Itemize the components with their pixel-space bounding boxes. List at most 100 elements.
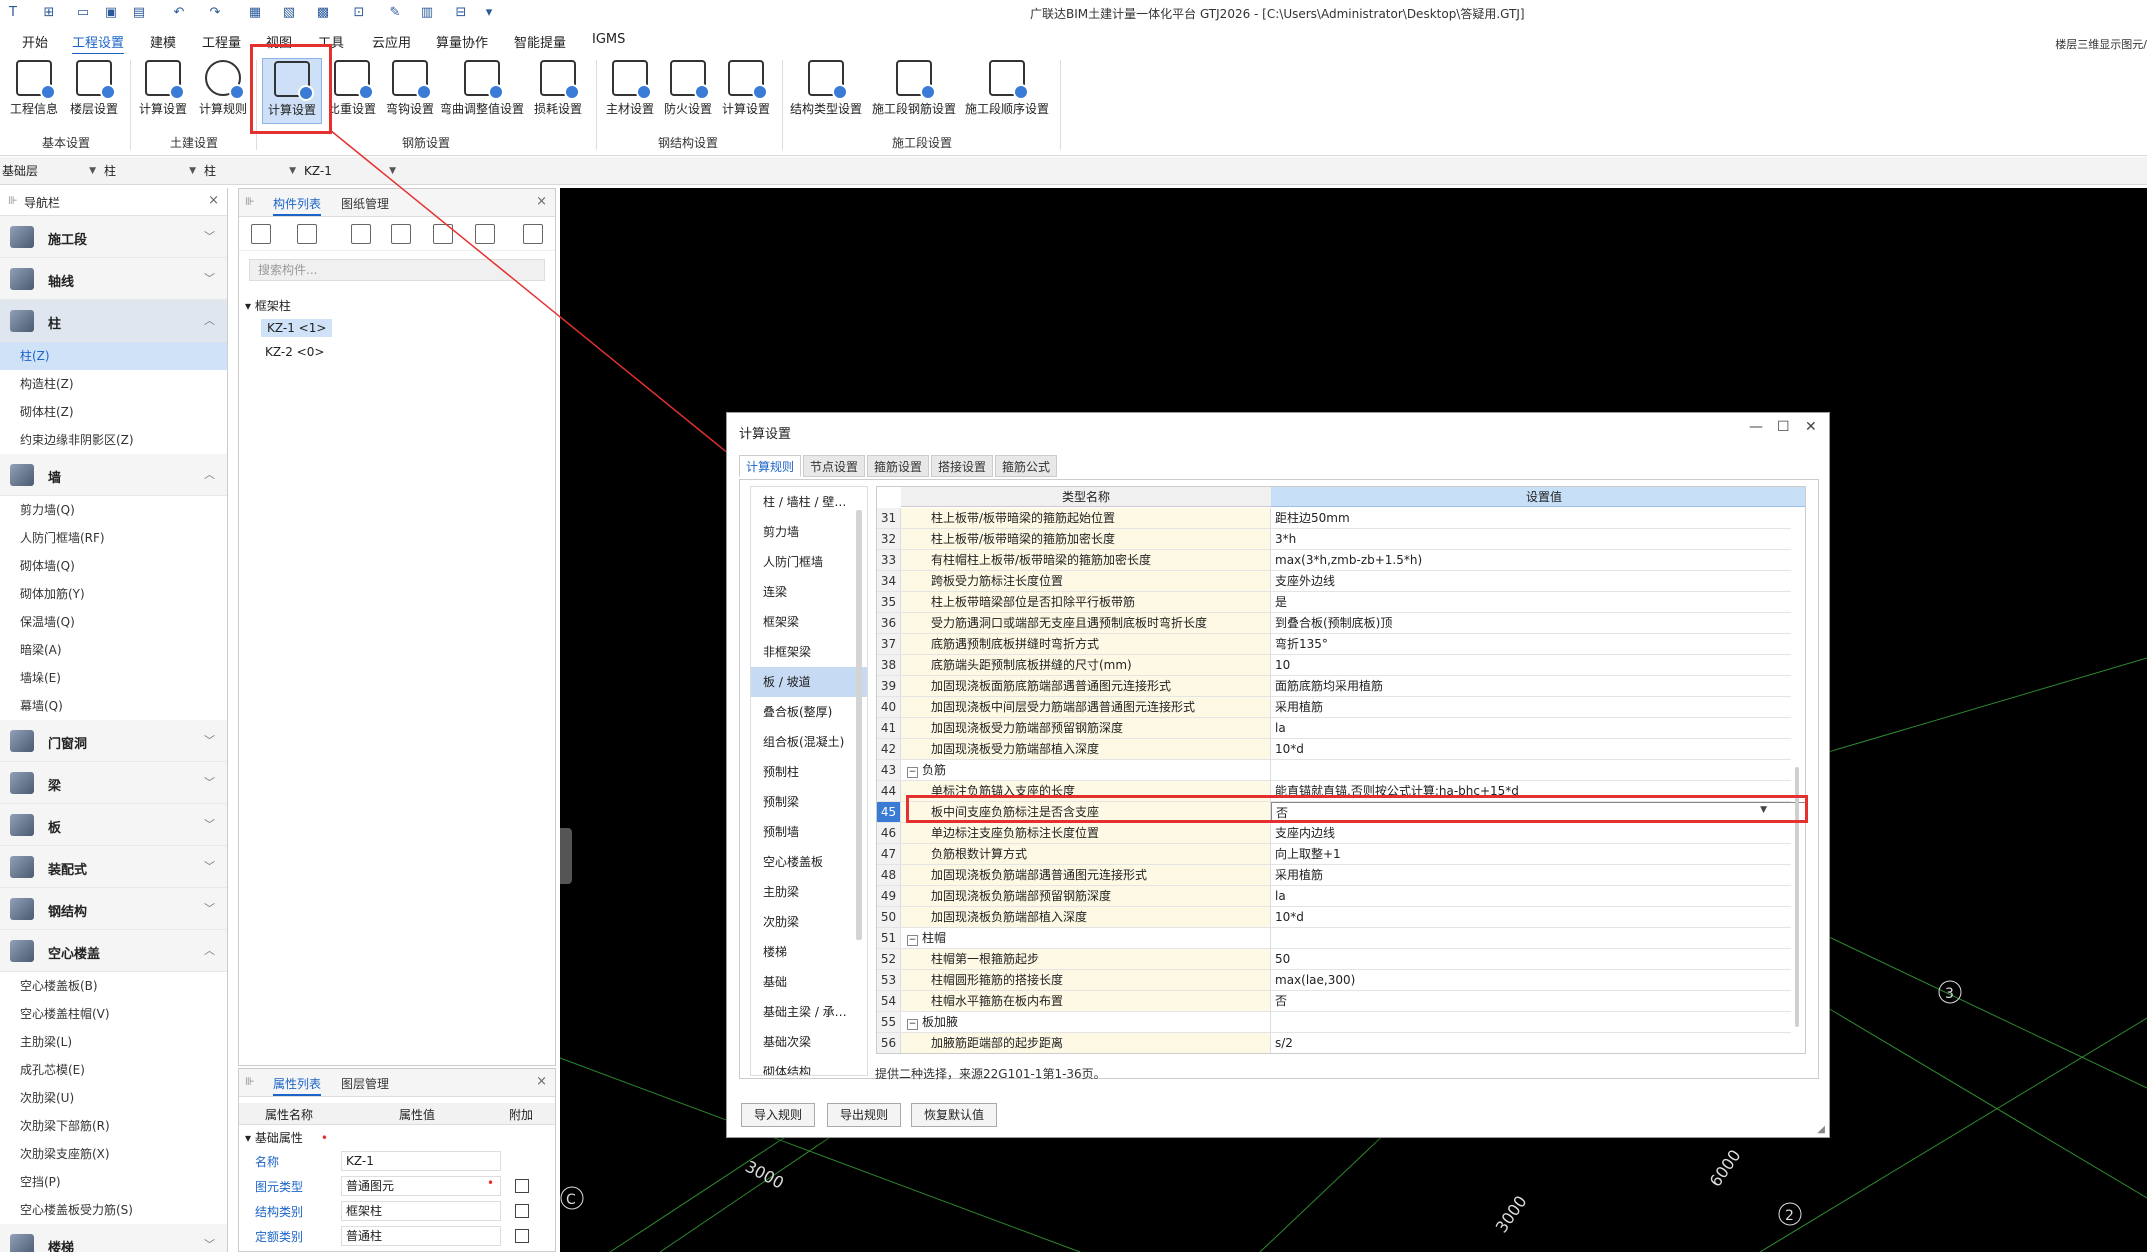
- grid-row[interactable]: 46 单边标注支座负筋标注长度位置 支座内边线: [877, 823, 1791, 844]
- category-item[interactable]: 主肋梁: [751, 877, 867, 907]
- new-component-icon[interactable]: [251, 224, 271, 244]
- nav-item[interactable]: 次肋梁(U): [0, 1084, 227, 1112]
- category-item[interactable]: 非框架梁: [751, 637, 867, 667]
- nav-category[interactable]: 装配式 ﹀: [0, 846, 227, 888]
- steel-calc-settings-button[interactable]: 计算设置: [718, 58, 774, 124]
- row-value[interactable]: la: [1271, 718, 1805, 738]
- attach-checkbox[interactable]: [515, 1204, 529, 1218]
- maximize-icon[interactable]: ☐: [1777, 419, 1790, 435]
- nav-category[interactable]: 楼梯 ﹀: [0, 1224, 227, 1252]
- nav-item[interactable]: 人防门框墙(RF): [0, 524, 227, 552]
- nav-item[interactable]: 空心楼盖板(B): [0, 972, 227, 1000]
- row-value[interactable]: 是: [1271, 592, 1805, 612]
- tab-drawing-management[interactable]: 图纸管理: [341, 195, 389, 212]
- row-value[interactable]: [1271, 928, 1805, 948]
- type-selector[interactable]: 柱 ▼: [102, 161, 198, 181]
- category-item[interactable]: 剪力墙: [751, 517, 867, 547]
- civil-calc-settings-button[interactable]: 计算设置: [134, 58, 192, 124]
- nav-category[interactable]: 门窗洞 ﹀: [0, 720, 227, 762]
- pin-icon[interactable]: ⊪: [8, 194, 18, 207]
- project-info-button[interactable]: 工程信息: [6, 58, 62, 124]
- component-selector[interactable]: KZ-1 ▼: [302, 161, 398, 181]
- restore-defaults-button[interactable]: 恢复默认值: [911, 1103, 998, 1127]
- menu-tab-modeling[interactable]: 建模: [150, 32, 176, 51]
- minimize-icon[interactable]: —: [1749, 419, 1763, 435]
- category-item[interactable]: 空心楼盖板: [751, 847, 867, 877]
- nav-item[interactable]: 砌体墙(Q): [0, 552, 227, 580]
- row-value[interactable]: 采用植筋: [1271, 865, 1805, 885]
- loss-settings-button[interactable]: 损耗设置: [528, 58, 588, 124]
- collapse-icon[interactable]: −: [907, 935, 918, 946]
- tab-lap-settings[interactable]: 搭接设置: [931, 455, 994, 477]
- nav-category[interactable]: 板 ﹀: [0, 804, 227, 846]
- menu-tab-quantity[interactable]: 工程量: [202, 32, 241, 51]
- grid-row[interactable]: 52 柱帽第一根箍筋起步 50: [877, 949, 1791, 970]
- nav-item[interactable]: 幕墙(Q): [0, 692, 227, 720]
- nav-category[interactable]: 钢结构 ﹀: [0, 888, 227, 930]
- row-value[interactable]: 支座外边线: [1271, 571, 1805, 591]
- row-value[interactable]: [1271, 1012, 1805, 1032]
- hook-settings-button[interactable]: 弯钩设置: [382, 58, 438, 124]
- grid-row[interactable]: 53 柱帽圆形箍筋的搭接长度 max(lae,300): [877, 970, 1791, 991]
- toolbar-icon-3[interactable]: ▩: [314, 4, 332, 22]
- menu-tab-igms[interactable]: IGMS: [592, 32, 625, 47]
- new-file-icon[interactable]: ▭: [74, 4, 92, 22]
- row-value[interactable]: 3*h: [1271, 529, 1805, 549]
- nav-category[interactable]: 柱 ︿: [0, 300, 227, 342]
- close-icon[interactable]: ×: [536, 1074, 547, 1089]
- grid-row[interactable]: 37 底筋遇预制底板拼缝时弯折方式 弯折135°: [877, 634, 1791, 655]
- nav-item[interactable]: 砌体加筋(Y): [0, 580, 227, 608]
- category-item[interactable]: 基础主梁 / 承…: [751, 997, 867, 1027]
- import-rules-button[interactable]: 导入规则: [741, 1103, 816, 1127]
- nav-item[interactable]: 暗梁(A): [0, 636, 227, 664]
- export-rules-button[interactable]: 导出规则: [827, 1103, 902, 1127]
- row-value[interactable]: 采用植筋: [1271, 697, 1805, 717]
- row-value[interactable]: max(3*h,zmb-zb+1.5*h): [1271, 550, 1805, 570]
- toolbar-icon-6[interactable]: ⊟: [452, 4, 470, 22]
- close-icon[interactable]: ×: [536, 194, 547, 209]
- nav-item[interactable]: 空心楼盖柱帽(V): [0, 1000, 227, 1028]
- grid-row[interactable]: 33 有柱帽柱上板带/板带暗梁的箍筋加密长度 max(3*h,zmb-zb+1.5*…: [877, 550, 1791, 571]
- dropdown-icon[interactable]: ▾: [480, 4, 498, 22]
- nav-item[interactable]: 空心楼盖板受力筋(S): [0, 1196, 227, 1224]
- pin-icon[interactable]: ⊪: [245, 1075, 255, 1088]
- tab-property-list[interactable]: 属性列表: [273, 1075, 322, 1096]
- grid-row[interactable]: 39 加固现浇板面筋底筋端部遇普通图元连接形式 面筋底筋均采用植筋: [877, 676, 1791, 697]
- category-item[interactable]: 预制梁: [751, 787, 867, 817]
- nav-item[interactable]: 柱(Z): [0, 342, 227, 370]
- property-value[interactable]: 普通图元: [341, 1176, 501, 1196]
- category-item[interactable]: 预制柱: [751, 757, 867, 787]
- row-value[interactable]: 向上取整+1: [1271, 844, 1805, 864]
- attach-checkbox[interactable]: [515, 1229, 529, 1243]
- row-value[interactable]: 支座内边线: [1271, 823, 1805, 843]
- grid-row[interactable]: 54 柱帽水平箍筋在板内布置否: [877, 991, 1791, 1012]
- nav-item[interactable]: 剪力墙(Q): [0, 496, 227, 524]
- collapse-icon[interactable]: −: [907, 1019, 918, 1030]
- row-value[interactable]: [1271, 760, 1805, 780]
- collapse-icon[interactable]: −: [907, 767, 918, 778]
- grid-row[interactable]: 56 加腋筋距端部的起步距离 s/2: [877, 1033, 1791, 1053]
- category-item[interactable]: 组合板(混凝土): [751, 727, 867, 757]
- grid-row[interactable]: 51− 柱帽: [877, 928, 1791, 949]
- row-value[interactable]: 10: [1271, 655, 1805, 675]
- tree-root[interactable]: ▾ 框架柱: [245, 297, 291, 314]
- nav-item[interactable]: 保温墙(Q): [0, 608, 227, 636]
- grid-row[interactable]: 36 受力筋遇洞口或端部无支座且遇预制底板时弯折长度 到叠合板(预制底板)顶: [877, 613, 1791, 634]
- layer-icon[interactable]: [475, 224, 495, 244]
- calc-rules-button[interactable]: 计算规则: [194, 58, 252, 124]
- structure-type-button[interactable]: 结构类型设置: [788, 58, 864, 124]
- pencil-icon[interactable]: ✎: [386, 4, 404, 22]
- category-item[interactable]: 连梁: [751, 577, 867, 607]
- menu-tab-collab[interactable]: 算量协作: [436, 32, 488, 51]
- grid-row[interactable]: 47 负筋根数计算方式 向上取整+1: [877, 844, 1791, 865]
- save-icon[interactable]: ▤: [130, 4, 148, 22]
- floor-settings-button[interactable]: 楼层设置: [66, 58, 122, 124]
- nav-category[interactable]: 轴线 ﹀: [0, 258, 227, 300]
- nav-category[interactable]: 施工段 ﹀: [0, 216, 227, 258]
- filter-icon[interactable]: [433, 224, 453, 244]
- resize-grip-icon[interactable]: ◢: [1817, 1124, 1825, 1135]
- redo-icon[interactable]: ↷: [206, 4, 224, 22]
- subtype-selector[interactable]: 柱 ▼: [202, 161, 298, 181]
- nav-item[interactable]: 次肋梁支座筋(X): [0, 1140, 227, 1168]
- grid-row[interactable]: 41 加固现浇板受力筋端部预留钢筋深度 la: [877, 718, 1791, 739]
